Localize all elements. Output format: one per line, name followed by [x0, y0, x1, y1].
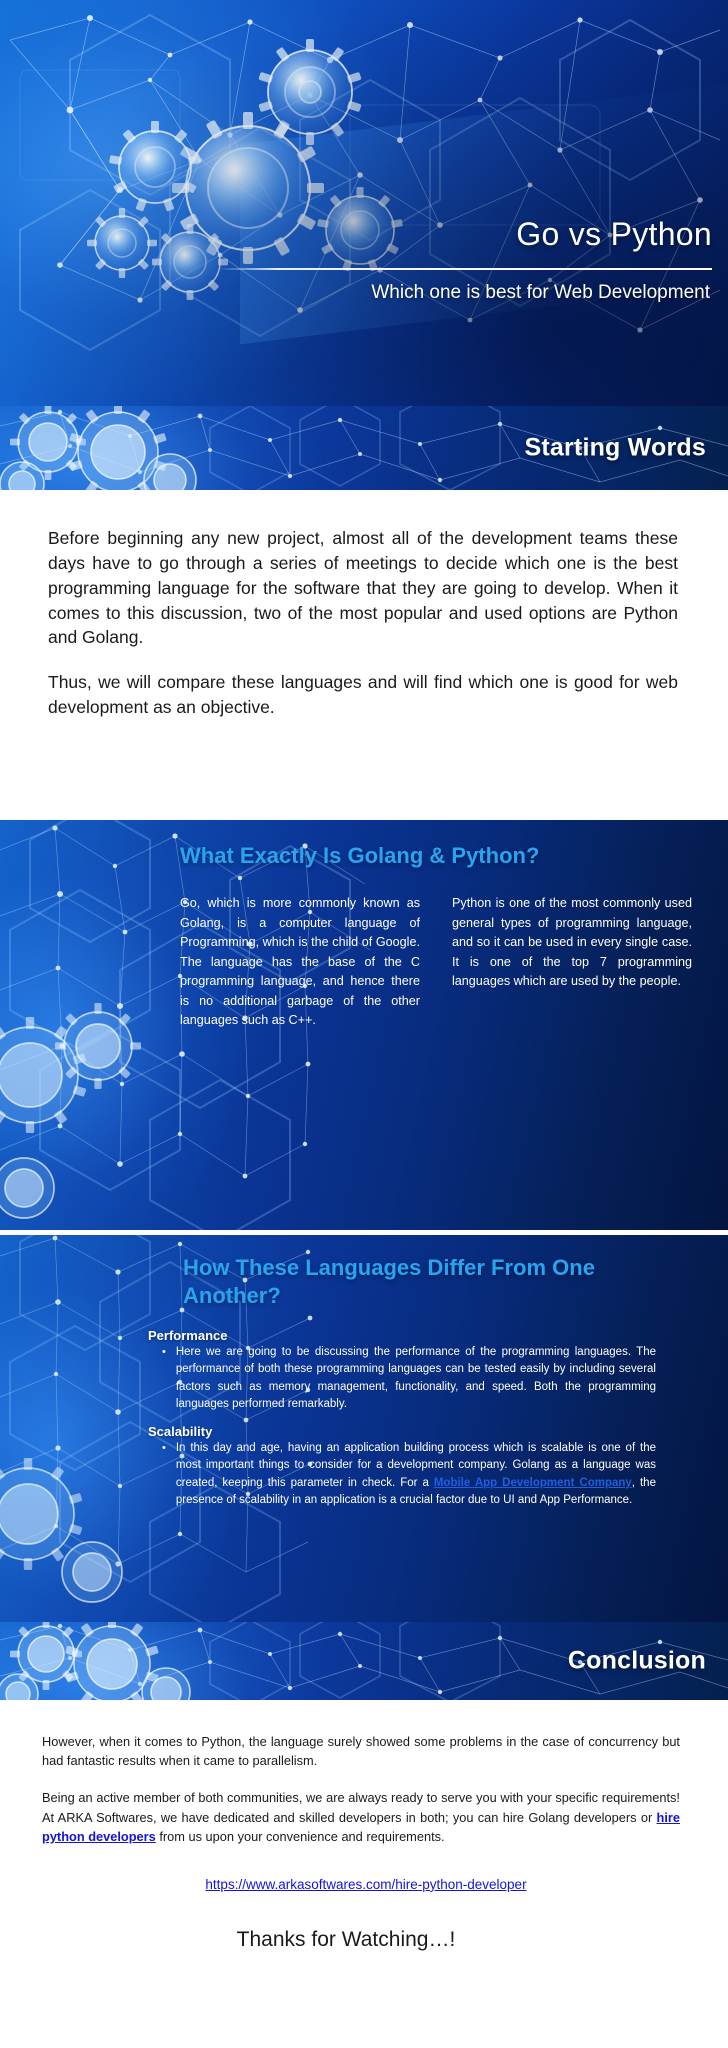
bullet-marker-icon: • — [162, 1346, 166, 1358]
bullet-scalability: • In this day and age, having an applica… — [148, 1440, 656, 1510]
link-mobile-app-development-company[interactable]: Mobile App Development Company — [434, 1477, 632, 1489]
infographic-page: Go vs Python Which one is best for Web D… — [0, 0, 728, 2048]
conclusion-paragraph-1: However, when it comes to Python, the la… — [42, 1734, 680, 1769]
conclusion-paragraph-2: Being an active member of both communiti… — [42, 1788, 680, 1846]
conclusion-text-before-link: Being an active member of both communiti… — [42, 1790, 680, 1825]
hero-subtitle: Which one is best for Web Development — [371, 282, 710, 303]
subheading-scalability: Scalability — [148, 1424, 213, 1439]
hero-title-underline — [218, 268, 712, 270]
hero-banner: Go vs Python Which one is best for Web D… — [0, 0, 728, 406]
intro-paragraph-1: Before beginning any new project, almost… — [48, 528, 678, 648]
column-golang-description: Go, which is more commonly known as Gola… — [180, 896, 420, 1028]
hero-background-graphic — [0, 0, 728, 406]
section-what-exactly-is-golang-python: What Exactly Is Golang & Python? Go, whi… — [0, 820, 728, 1230]
banner-title-conclusion: Conclusion — [567, 1646, 706, 1675]
section-banner-starting-words: Starting Words — [0, 406, 728, 490]
section-heading-how-differ: How These Languages Differ From One Anot… — [183, 1255, 595, 1309]
bullet-text-performance: Here we are going to be discussing the p… — [175, 1346, 656, 1411]
hero-vignette — [0, 0, 728, 406]
conclusion-text-after-link: from us upon your convenience and requir… — [155, 1828, 445, 1844]
starting-words-body: Before beginning any new project, almost… — [0, 490, 728, 820]
section-how-languages-differ: How These Languages Differ From One Anot… — [0, 1232, 728, 1622]
subheading-performance: Performance — [148, 1328, 228, 1343]
bullet-performance: • Here we are going to be discussing the… — [148, 1344, 656, 1414]
conclusion-body: However, when it comes to Python, the la… — [0, 1700, 728, 2048]
bullet-marker-icon: • — [162, 1442, 166, 1454]
section-top-divider — [0, 1232, 728, 1235]
link-arkasoftwares-url[interactable]: https://www.arkasoftwares.com/hire-pytho… — [205, 1877, 526, 1892]
intro-paragraph-2: Thus, we will compare these languages an… — [48, 672, 678, 718]
page-title: Go vs Python — [516, 216, 712, 252]
banner-title-starting-words: Starting Words — [524, 433, 706, 462]
section-banner-conclusion: Conclusion — [0, 1622, 728, 1700]
hero-title-wrap: Go vs Python — [212, 216, 712, 252]
section-heading-what-exactly: What Exactly Is Golang & Python? — [180, 843, 540, 868]
bullet-text-scalability: In this day and age, having an applicati… — [176, 1440, 656, 1510]
golang-python-columns: Go, which is more commonly known as Gola… — [180, 894, 710, 1031]
footer-url-line: https://www.arkasoftwares.com/hire-pytho… — [42, 1876, 680, 1894]
thanks-for-watching: Thanks for Watching…! — [236, 1927, 456, 1951]
column-python-description: Python is one of the most commonly used … — [452, 896, 692, 989]
